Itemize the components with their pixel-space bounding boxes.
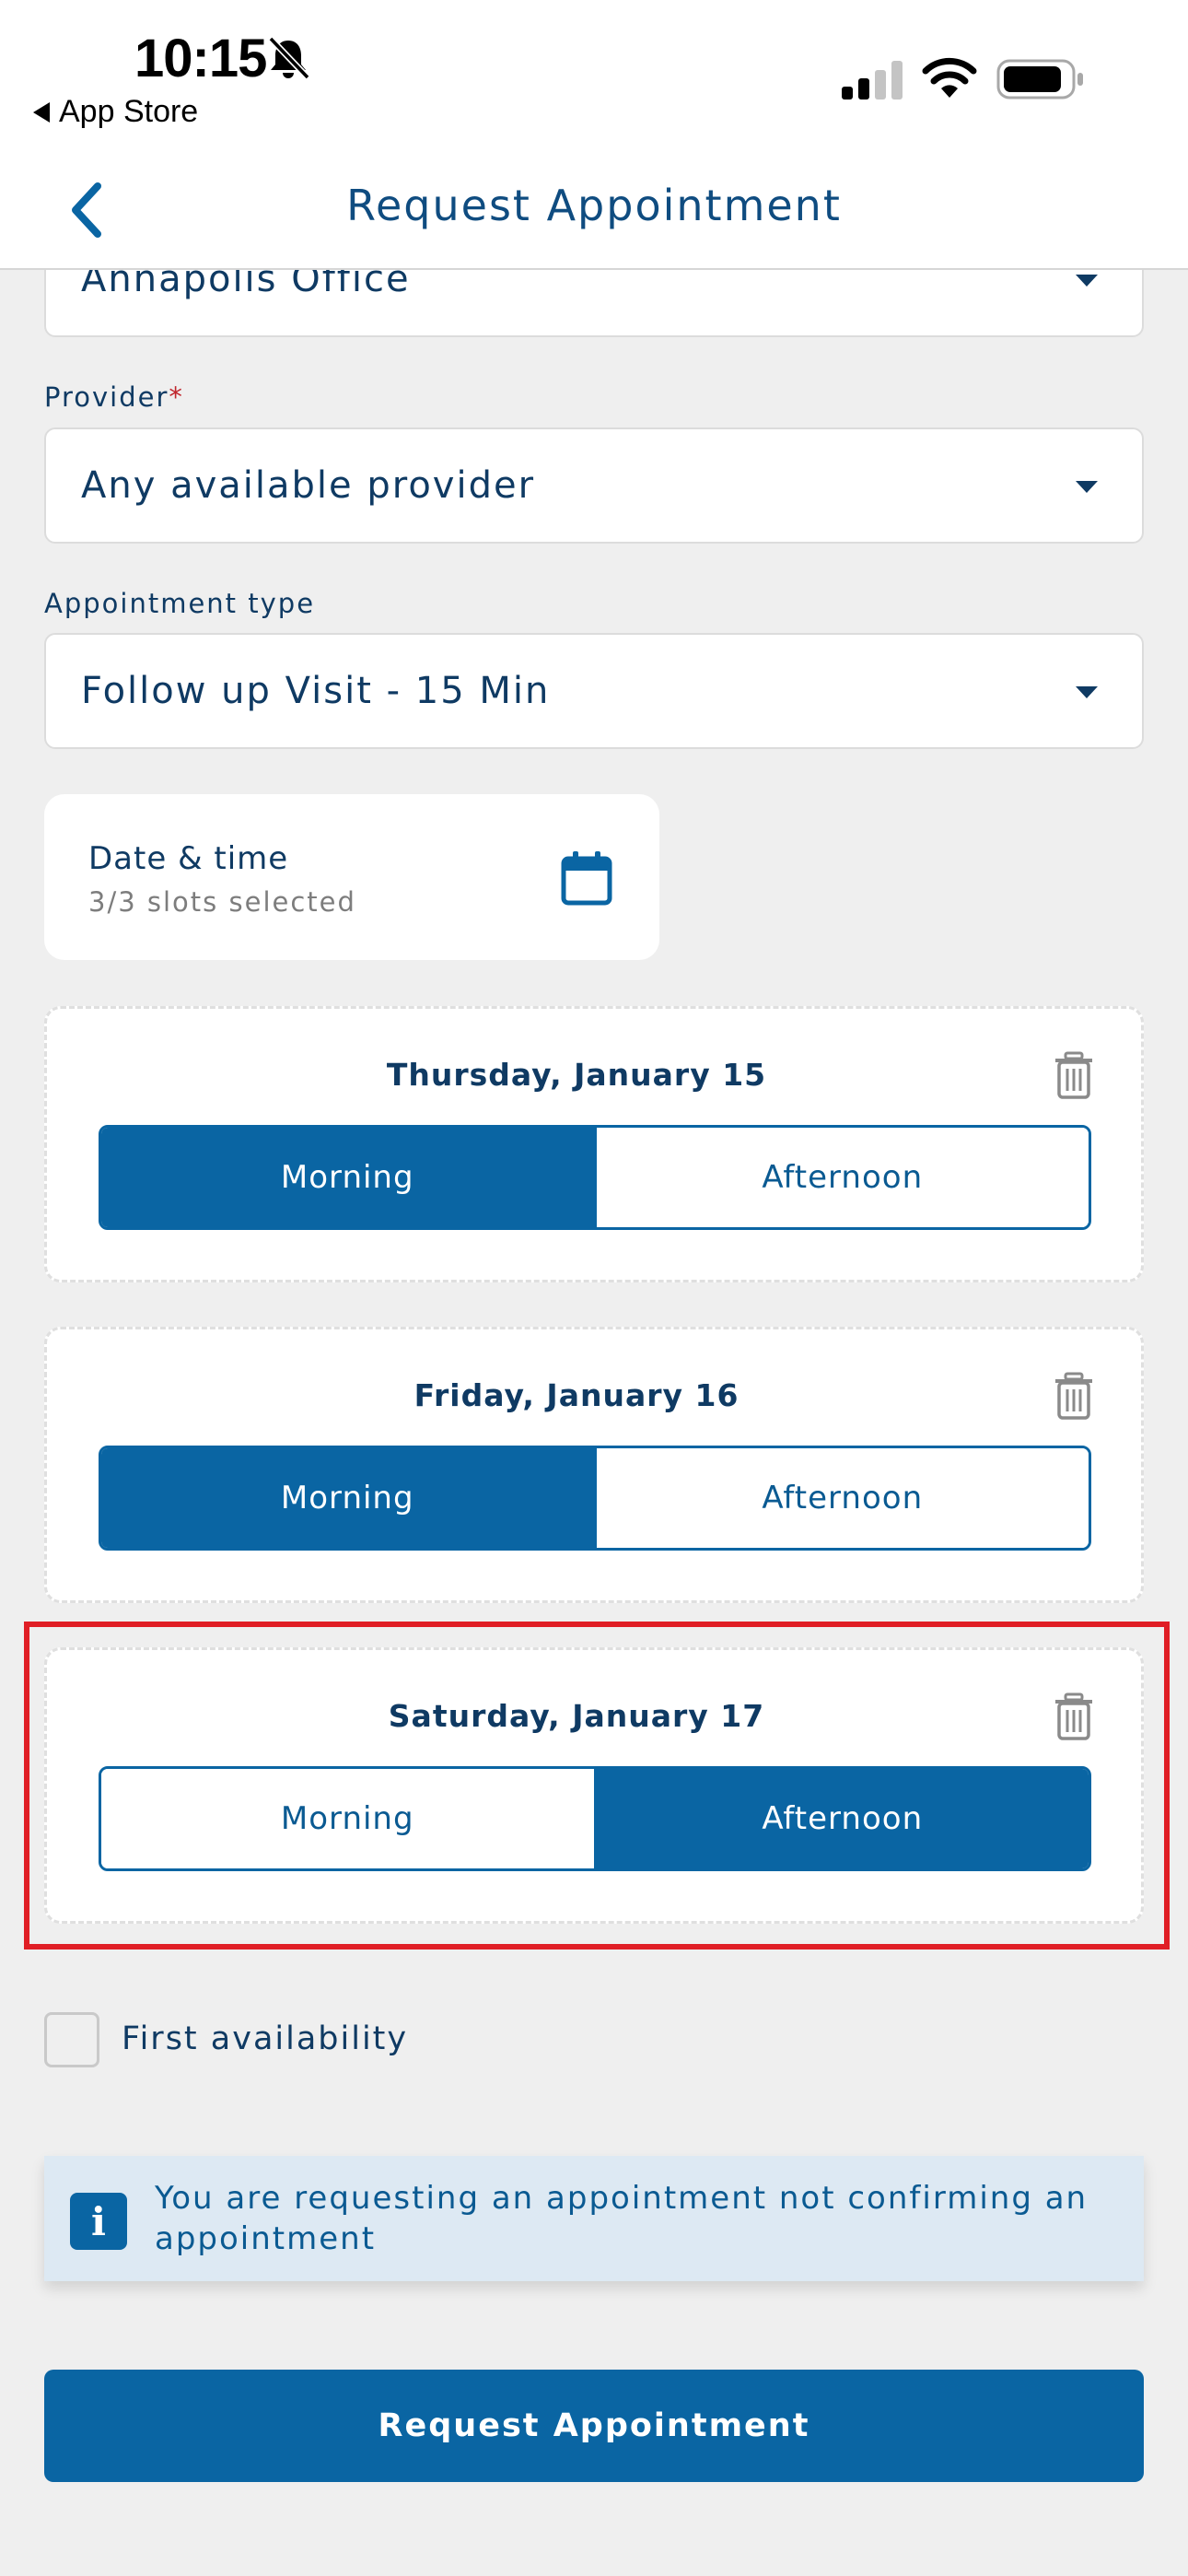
slot-card-2: Friday, January 16 Morning Afternoon — [44, 1327, 1144, 1603]
chevron-down-icon — [1076, 481, 1098, 493]
time-of-day-toggle: Morning Afternoon — [99, 1125, 1091, 1230]
morning-option[interactable]: Morning — [101, 1128, 594, 1227]
info-icon: i — [70, 2193, 127, 2250]
chevron-down-icon — [1076, 275, 1098, 287]
bell-slash-icon — [268, 36, 310, 80]
provider-label: Provider* — [44, 381, 184, 413]
provider-select[interactable]: Any available provider — [44, 427, 1144, 544]
cellular-signal-icon — [842, 61, 903, 100]
page-title: Request Appointment — [346, 181, 842, 230]
trash-icon[interactable] — [1053, 1051, 1095, 1099]
wifi-icon — [922, 57, 977, 98]
appointment-type-value: Follow up Visit - 15 Min — [81, 670, 551, 712]
date-time-card[interactable]: Date & time 3/3 slots selected — [44, 794, 659, 960]
appointment-type-select[interactable]: Follow up Visit - 15 Min — [44, 633, 1144, 749]
first-availability-checkbox[interactable] — [44, 2012, 99, 2067]
info-banner: i You are requesting an appointment not … — [44, 2156, 1144, 2281]
time-of-day-toggle: Morning Afternoon — [99, 1446, 1091, 1551]
afternoon-option[interactable]: Afternoon — [593, 1128, 1089, 1227]
request-appointment-button[interactable]: Request Appointment — [44, 2370, 1144, 2482]
morning-option[interactable]: Morning — [101, 1448, 594, 1548]
provider-select-value: Any available provider — [81, 464, 536, 507]
chevron-down-icon — [1076, 686, 1098, 698]
date-time-subtitle: 3/3 slots selected — [88, 886, 356, 918]
back-to-app-store[interactable]: App Store — [33, 94, 198, 130]
slot-date: Friday, January 16 — [413, 1377, 740, 1413]
info-text: You are requesting an appointment not co… — [155, 2180, 1089, 2257]
slot-date: Thursday, January 15 — [386, 1057, 767, 1093]
afternoon-option[interactable]: Afternoon — [593, 1448, 1089, 1548]
back-app-label: App Store — [59, 94, 199, 129]
trash-icon[interactable] — [1053, 1372, 1095, 1420]
highlight-box — [24, 1622, 1170, 1950]
status-time: 10:15 — [134, 29, 267, 88]
header: 10:15 App Store Request Appointment — [0, 0, 1188, 270]
screen: Annapolis Office Provider* Any available… — [0, 0, 1188, 2576]
battery-icon — [996, 59, 1083, 100]
slot-card-1: Thursday, January 15 Morning Afternoon — [44, 1006, 1144, 1282]
first-availability-label: First availability — [122, 2020, 409, 2057]
calendar-icon[interactable] — [560, 849, 613, 907]
date-time-title: Date & time — [88, 840, 289, 877]
appointment-type-label: Appointment type — [44, 588, 316, 619]
back-triangle-icon — [33, 101, 50, 123]
required-mark: * — [169, 381, 184, 413]
